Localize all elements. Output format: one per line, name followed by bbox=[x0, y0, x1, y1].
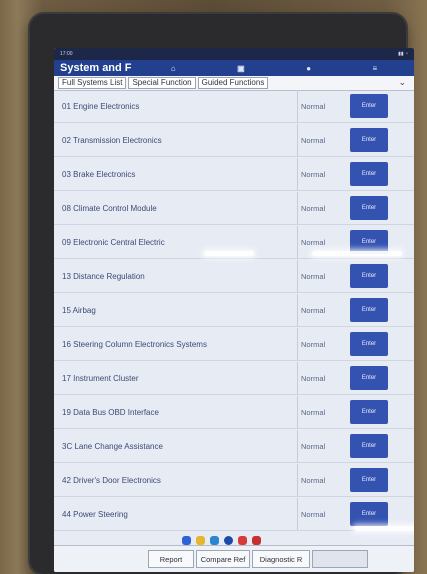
status-time: 17:00 bbox=[60, 51, 73, 57]
system-status: Normal bbox=[301, 407, 326, 417]
screen-glare bbox=[204, 251, 254, 256]
app-icon[interactable] bbox=[182, 536, 191, 545]
system-name: 3C Lane Change Assistance bbox=[62, 441, 163, 451]
system-row[interactable]: 3C Lane Change Assistance Normal Enter bbox=[54, 430, 414, 463]
enter-button[interactable]: Enter bbox=[350, 264, 388, 288]
system-row[interactable]: 19 Data Bus OBD Interface Normal Enter bbox=[54, 396, 414, 429]
app-icon[interactable] bbox=[210, 536, 219, 545]
column-divider bbox=[297, 124, 298, 156]
person-icon[interactable]: ● bbox=[306, 64, 311, 73]
extra-button[interactable] bbox=[312, 550, 368, 568]
print-icon[interactable]: ▣ bbox=[237, 64, 245, 73]
system-name: 02 Transmission Electronics bbox=[62, 135, 162, 145]
screen-glare bbox=[312, 251, 402, 256]
enter-button[interactable]: Enter bbox=[350, 400, 388, 424]
chevron-down-icon[interactable]: ⌄ bbox=[398, 77, 406, 88]
system-status: Normal bbox=[301, 373, 326, 383]
system-status: Normal bbox=[301, 509, 326, 519]
diagnostic-report-button[interactable]: Diagnostic R bbox=[252, 550, 310, 568]
app-icon[interactable] bbox=[224, 536, 233, 545]
system-row[interactable]: 03 Brake Electronics Normal Enter bbox=[54, 158, 414, 191]
taskbar-dock bbox=[182, 536, 261, 545]
page-title: System and F bbox=[60, 62, 132, 74]
system-status: Normal bbox=[301, 203, 326, 213]
system-name: 03 Brake Electronics bbox=[62, 169, 136, 179]
system-list: 01 Engine Electronics Normal Enter 02 Trans… bbox=[54, 90, 414, 546]
column-divider bbox=[297, 158, 298, 190]
enter-button[interactable]: Enter bbox=[350, 196, 388, 220]
system-name: 42 Driver's Door Electronics bbox=[62, 475, 161, 485]
compare-ref-button[interactable]: Compare Ref bbox=[196, 550, 250, 568]
system-row[interactable]: 42 Driver's Door Electronics Normal Enter bbox=[54, 464, 414, 497]
menu-icon[interactable]: ≡ bbox=[373, 64, 378, 73]
enter-button[interactable]: Enter bbox=[350, 434, 388, 458]
system-status: Normal bbox=[301, 237, 326, 247]
system-name: 17 Instrument Cluster bbox=[62, 373, 139, 383]
system-status: Normal bbox=[301, 475, 326, 485]
system-row[interactable]: 15 Airbag Normal Enter bbox=[54, 294, 414, 327]
title-bar: System and F ⌂ ▣ ● ≡ bbox=[54, 60, 414, 76]
system-name: 09 Electronic Central Electric bbox=[62, 237, 165, 247]
column-divider bbox=[297, 328, 298, 360]
app-screen: 17:00 ▮▮ ◔ System and F ⌂ ▣ ● ≡ Full Sys… bbox=[54, 48, 414, 572]
status-bar: 17:00 ▮▮ ◔ bbox=[54, 48, 414, 60]
system-status: Normal bbox=[301, 169, 326, 179]
screen-glare bbox=[354, 526, 414, 531]
system-status: Normal bbox=[301, 101, 326, 111]
column-divider bbox=[297, 430, 298, 462]
app-icon[interactable] bbox=[196, 536, 205, 545]
bottom-toolbar: Report Compare Ref Diagnostic R bbox=[54, 545, 414, 572]
system-name: 44 Power Steering bbox=[62, 509, 128, 519]
enter-button[interactable]: Enter bbox=[350, 502, 388, 526]
column-divider bbox=[297, 464, 298, 496]
column-divider bbox=[297, 362, 298, 394]
system-status: Normal bbox=[301, 135, 326, 145]
system-row[interactable]: 08 Climate Control Module Normal Enter bbox=[54, 192, 414, 225]
report-button[interactable]: Report bbox=[148, 550, 194, 568]
column-divider bbox=[297, 90, 298, 122]
enter-button[interactable]: Enter bbox=[350, 162, 388, 186]
app-icon[interactable] bbox=[252, 536, 261, 545]
home-icon[interactable]: ⌂ bbox=[171, 64, 176, 73]
system-row[interactable]: 02 Transmission Electronics Normal Enter bbox=[54, 124, 414, 157]
column-divider bbox=[297, 260, 298, 292]
enter-button[interactable]: Enter bbox=[350, 128, 388, 152]
column-divider bbox=[297, 498, 298, 530]
tablet-frame: 17:00 ▮▮ ◔ System and F ⌂ ▣ ● ≡ Full Sys… bbox=[30, 14, 414, 574]
enter-button[interactable]: Enter bbox=[350, 366, 388, 390]
system-row[interactable]: 01 Engine Electronics Normal Enter bbox=[54, 90, 414, 123]
system-status: Normal bbox=[301, 339, 326, 349]
tab-full-systems-list[interactable]: Full Systems List bbox=[58, 77, 127, 89]
system-row[interactable]: 16 Steering Column Electronics Systems No… bbox=[54, 328, 414, 361]
tab-guided-functions[interactable]: Guided Functions bbox=[197, 77, 269, 89]
system-status: Normal bbox=[301, 271, 326, 281]
system-name: 01 Engine Electronics bbox=[62, 101, 140, 111]
app-icon[interactable] bbox=[238, 536, 247, 545]
system-row[interactable]: 17 Instrument Cluster Normal Enter bbox=[54, 362, 414, 395]
column-divider bbox=[297, 396, 298, 428]
column-divider bbox=[297, 294, 298, 326]
tab-bar: Full Systems List Special Function Guide… bbox=[54, 76, 414, 91]
system-name: 16 Steering Column Electronics Systems bbox=[62, 339, 207, 349]
system-name: 19 Data Bus OBD Interface bbox=[62, 407, 159, 417]
column-divider bbox=[297, 226, 298, 258]
system-name: 15 Airbag bbox=[62, 305, 96, 315]
enter-button[interactable]: Enter bbox=[350, 468, 388, 492]
system-row[interactable]: 13 Distance Regulation Normal Enter bbox=[54, 260, 414, 293]
status-icons: ▮▮ ◔ bbox=[398, 51, 408, 57]
system-status: Normal bbox=[301, 305, 326, 315]
system-name: 13 Distance Regulation bbox=[62, 271, 145, 281]
enter-button[interactable]: Enter bbox=[350, 298, 388, 322]
tab-special-function[interactable]: Special Function bbox=[128, 77, 196, 89]
system-status: Normal bbox=[301, 441, 326, 451]
enter-button[interactable]: Enter bbox=[350, 332, 388, 356]
system-name: 08 Climate Control Module bbox=[62, 203, 157, 213]
column-divider bbox=[297, 192, 298, 224]
enter-button[interactable]: Enter bbox=[350, 94, 388, 118]
